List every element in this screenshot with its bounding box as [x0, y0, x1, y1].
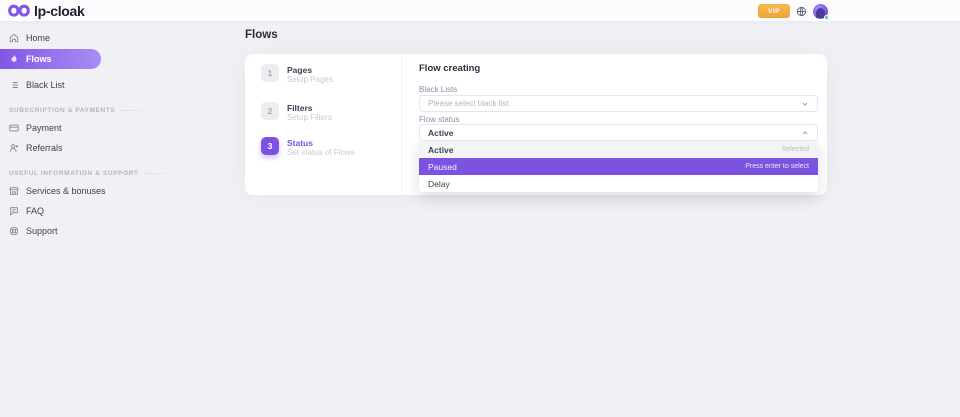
- topbar: lp-cloak VIP: [0, 0, 960, 22]
- sidebar-item-label: Services & bonuses: [26, 186, 106, 196]
- sidebar-item-support[interactable]: Support: [0, 221, 224, 241]
- topbar-actions: VIP: [758, 0, 828, 22]
- section-divider-dash: [144, 173, 164, 174]
- step-pages[interactable]: 1 Pages Setup Pages: [261, 64, 333, 84]
- sidebar-item-label: Black List: [26, 80, 65, 90]
- form-title: Flow creating: [419, 63, 480, 74]
- flow-status-dropdown: Active Selected Paused Press enter to se…: [419, 141, 818, 192]
- sidebar-item-label: Referrals: [26, 143, 63, 153]
- option-paused[interactable]: Paused Press enter to select: [419, 158, 818, 175]
- flow-status-select[interactable]: Active: [419, 124, 818, 141]
- lifebuoy-icon: [9, 226, 19, 236]
- sidebar-item-faq[interactable]: FAQ: [0, 201, 224, 221]
- step-number-badge: 2: [261, 102, 279, 120]
- mask-logo-icon: [8, 4, 30, 18]
- step-filters[interactable]: 2 Filters Setup Filters: [261, 102, 332, 122]
- sidebar-section-label: SUBSCRIPTION & PAYMENTS: [9, 107, 115, 114]
- sidebar-item-label: Home: [26, 33, 50, 43]
- sidebar-item-label: FAQ: [26, 206, 44, 216]
- flow-creating-card: 1 Pages Setup Pages 2 Filters Setup Filt…: [245, 54, 827, 195]
- chevron-down-icon: [801, 100, 809, 108]
- sidebar-item-black-list[interactable]: Black List: [0, 75, 224, 95]
- step-title: Filters: [287, 103, 332, 113]
- black-lists-select[interactable]: [419, 95, 818, 112]
- step-number-badge: 1: [261, 64, 279, 82]
- brand-logo[interactable]: lp-cloak: [8, 0, 85, 22]
- chevron-up-icon: [801, 129, 809, 137]
- sidebar-item-label: Flows: [26, 54, 52, 64]
- payment-icon: [9, 123, 19, 133]
- step-number-badge: 3: [261, 137, 279, 155]
- black-lists-label: Black Lists: [419, 85, 457, 94]
- home-icon: [9, 33, 19, 43]
- black-list-icon: [9, 80, 19, 90]
- section-divider-dash: [120, 110, 140, 111]
- language-globe-icon[interactable]: [796, 6, 807, 17]
- option-label: Active: [428, 145, 454, 155]
- referrals-icon: [9, 143, 19, 153]
- sidebar-item-flows[interactable]: Flows: [0, 49, 101, 69]
- sidebar-item-referrals[interactable]: Referrals: [0, 138, 224, 158]
- option-active[interactable]: Active Selected: [419, 141, 818, 158]
- step-subtitle: Setup Filters: [287, 113, 332, 122]
- page-title: Flows: [245, 29, 278, 41]
- chat-bubble-icon: [9, 206, 19, 216]
- sidebar-item-services-bonuses[interactable]: Services & bonuses: [0, 181, 224, 201]
- flow-status-label: Flow status: [419, 115, 459, 124]
- black-lists-input[interactable]: [428, 99, 801, 108]
- step-title: Pages: [287, 65, 333, 75]
- option-delay[interactable]: Delay: [419, 175, 818, 192]
- flows-icon: [9, 54, 19, 64]
- step-subtitle: Setup Pages: [287, 75, 333, 84]
- option-label: Paused: [428, 162, 457, 172]
- sidebar-section-subscription: SUBSCRIPTION & PAYMENTS: [9, 107, 224, 114]
- brand-name: lp-cloak: [34, 3, 85, 19]
- sidebar-item-label: Support: [26, 226, 58, 236]
- sidebar-item-payment[interactable]: Payment: [0, 118, 224, 138]
- storefront-icon: [9, 186, 19, 196]
- user-avatar[interactable]: [813, 4, 828, 19]
- flow-status-value: Active: [428, 128, 454, 138]
- sidebar-item-label: Payment: [26, 123, 62, 133]
- online-status-dot: [824, 15, 829, 20]
- vip-button[interactable]: VIP: [758, 4, 790, 18]
- sidebar-section-label: USEFUL INFORMATION & SUPPORT: [9, 170, 139, 177]
- sidebar-section-support: USEFUL INFORMATION & SUPPORT: [9, 170, 224, 177]
- option-label: Delay: [428, 179, 450, 189]
- sidebar: Home Flows Black List SUBSCRIPTION & PAY…: [0, 22, 224, 241]
- step-title: Status: [287, 138, 355, 148]
- option-hint: Selected: [782, 146, 809, 153]
- sidebar-item-home[interactable]: Home: [0, 28, 224, 48]
- option-hint: Press enter to select: [745, 163, 809, 170]
- stepper: 1 Pages Setup Pages 2 Filters Setup Filt…: [245, 54, 402, 195]
- step-status-active[interactable]: 3 Status Set status of Flows: [261, 137, 355, 157]
- flow-creating-form: Flow creating Black Lists Flow status Ac…: [419, 54, 818, 195]
- step-subtitle: Set status of Flows: [287, 148, 355, 157]
